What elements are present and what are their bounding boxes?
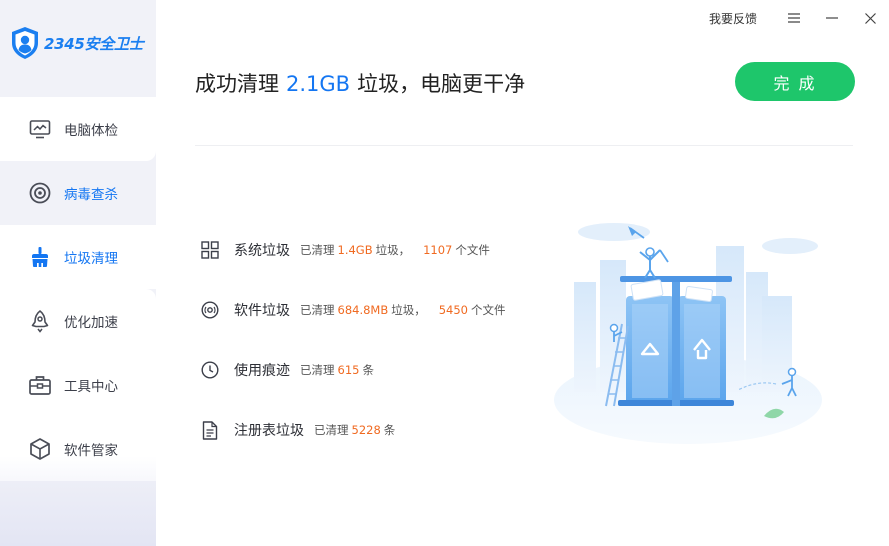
toolbox-icon — [28, 373, 52, 397]
trace-count-value: 615 — [337, 363, 360, 377]
cleaned-prefix: 已清理 — [314, 423, 349, 437]
cleaned-size-value: 1.4GB — [337, 243, 373, 257]
size-unit: 垃圾， — [375, 243, 411, 257]
file-count-value: 1107 — [423, 243, 453, 257]
window-titlebar: 我要反馈 — [709, 0, 889, 36]
sidebar-item-label: 垃圾清理 — [64, 251, 118, 267]
broom-icon — [28, 245, 52, 269]
hamburger-menu-icon[interactable] — [775, 0, 813, 36]
shield-logo-icon — [12, 27, 38, 59]
result-row-usage-traces: 使用痕迹 已清理 615 条 — [200, 340, 506, 400]
result-name: 注册表垃圾 — [234, 423, 304, 439]
title-suffix: 垃圾，电脑更干净 — [357, 72, 526, 96]
title-prefix: 成功清理 — [195, 72, 279, 96]
sidebar-item-label: 电脑体检 — [64, 123, 118, 139]
monitor-icon — [28, 117, 52, 141]
target-icon — [28, 181, 52, 205]
done-button[interactable]: 完 成 — [735, 62, 855, 101]
result-row-system-junk: 系统垃圾 已清理 1.4GB 垃圾， 1107 个文件 — [200, 220, 506, 280]
sidebar-item-pc-checkup[interactable]: 电脑体检 — [0, 97, 156, 161]
count-unit: 个文件 — [471, 303, 506, 317]
cleaned-prefix: 已清理 — [300, 243, 335, 257]
sidebar-item-tool-center[interactable]: 工具中心 — [0, 353, 156, 417]
minimize-icon[interactable] — [813, 0, 851, 36]
close-icon[interactable] — [851, 0, 889, 36]
sidebar: 2345安全卫士 电脑体检 病毒查杀 垃圾清理 优化加速 工具中心 软件管家 — [0, 0, 156, 546]
result-row-registry-junk: 注册表垃圾 已清理 5228 条 — [200, 400, 506, 460]
count-unit: 条 — [383, 423, 396, 437]
count-unit: 个文件 — [455, 243, 490, 257]
sidebar-item-label: 病毒查杀 — [64, 187, 118, 203]
grid-icon — [200, 240, 220, 260]
clean-results-list: 系统垃圾 已清理 1.4GB 垃圾， 1107 个文件 软件垃圾 已清理 684… — [200, 220, 506, 460]
sidebar-nav: 电脑体检 病毒查杀 垃圾清理 优化加速 工具中心 软件管家 — [0, 97, 156, 481]
divider — [195, 145, 853, 146]
page-title: 成功清理 2.1GB 垃圾，电脑更干净 — [195, 68, 525, 98]
logo-text: 2345安全卫士 — [44, 34, 144, 53]
disc-icon — [200, 300, 220, 320]
cleaning-illustration — [554, 223, 822, 444]
cleaned-prefix: 已清理 — [300, 303, 335, 317]
document-icon — [200, 420, 220, 440]
size-unit: 垃圾， — [391, 303, 426, 317]
app-logo: 2345安全卫士 — [10, 25, 144, 61]
cleaned-prefix: 已清理 — [300, 363, 335, 377]
result-name: 使用痕迹 — [234, 363, 290, 379]
cleaned-size-value: 684.8MB — [337, 303, 389, 317]
count-unit: 条 — [362, 363, 374, 377]
rocket-icon — [28, 309, 52, 333]
sidebar-bottom-gradient — [0, 456, 156, 546]
sidebar-item-optimize[interactable]: 优化加速 — [0, 289, 156, 353]
clock-icon — [200, 360, 220, 380]
file-count-value: 5450 — [438, 303, 469, 317]
sidebar-item-junk-clean[interactable]: 垃圾清理 — [0, 225, 156, 289]
registry-count-value: 5228 — [351, 423, 381, 437]
sidebar-item-label: 优化加速 — [64, 315, 118, 331]
result-name: 系统垃圾 — [234, 243, 290, 259]
sidebar-item-virus-scan[interactable]: 病毒查杀 — [0, 161, 156, 225]
cleaned-size: 2.1GB — [286, 72, 351, 96]
result-row-software-junk: 软件垃圾 已清理 684.8MB 垃圾， 5450 个文件 — [200, 280, 506, 340]
result-name: 软件垃圾 — [234, 303, 290, 319]
sidebar-item-label: 工具中心 — [64, 379, 118, 395]
feedback-link[interactable]: 我要反馈 — [709, 10, 757, 27]
